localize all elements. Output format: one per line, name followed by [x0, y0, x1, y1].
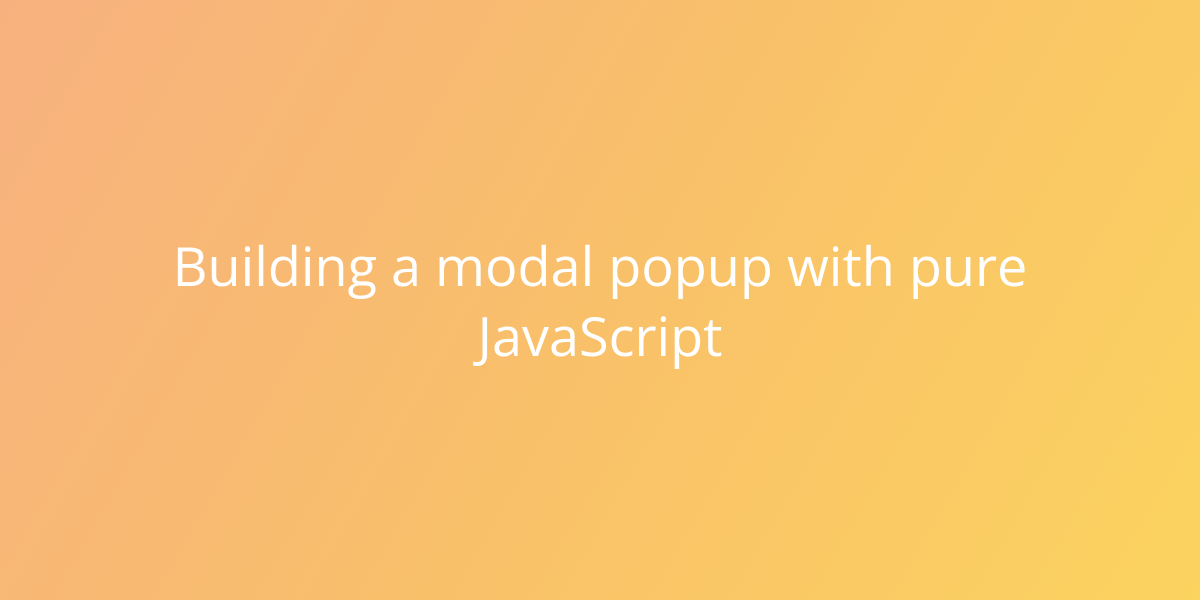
- hero-banner: Building a modal popup with pure JavaScr…: [0, 0, 1200, 600]
- page-title: Building a modal popup with pure JavaScr…: [150, 230, 1050, 370]
